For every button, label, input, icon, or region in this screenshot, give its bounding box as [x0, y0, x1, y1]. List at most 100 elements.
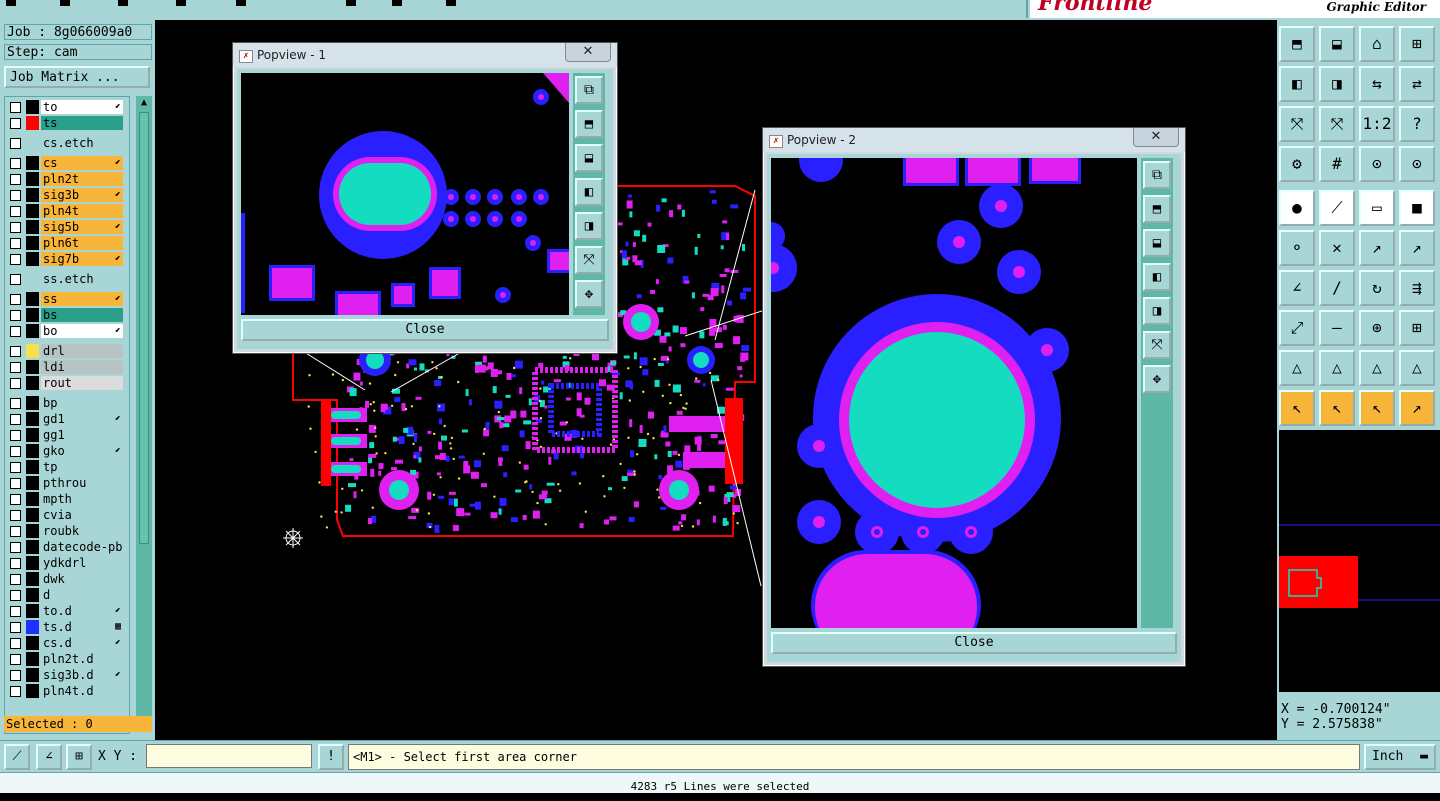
- zoom-fit-icon[interactable]: ⧉: [1143, 161, 1171, 189]
- tool-button-icon[interactable]: ⊞: [1399, 26, 1435, 62]
- layer-row[interactable]: ts.d ▦: [5, 619, 129, 635]
- popview-1-viewport[interactable]: [241, 73, 569, 315]
- tool-button-icon[interactable]: ✕: [1319, 230, 1355, 266]
- layer-checkbox[interactable]: [10, 254, 21, 265]
- tool-button-icon[interactable]: /: [1319, 270, 1355, 306]
- zoom-in-icon[interactable]: ✥: [1143, 365, 1171, 393]
- layer-checkbox[interactable]: [10, 274, 21, 285]
- tool-button-icon[interactable]: #: [1319, 146, 1355, 182]
- layer-name[interactable]: datecode-pbc: [41, 540, 123, 554]
- layer-name[interactable]: pln4t.d: [41, 684, 123, 698]
- layer-name[interactable]: bs: [41, 308, 123, 322]
- popview-2-close-x-button[interactable]: ✕: [1133, 128, 1179, 147]
- layer-checkbox[interactable]: [10, 670, 21, 681]
- menu-item-marker[interactable]: [236, 0, 246, 6]
- layer-name[interactable]: rout: [41, 376, 123, 390]
- layer-row[interactable]: gd1 ⬋: [5, 411, 129, 427]
- layer-checkbox[interactable]: [10, 310, 21, 321]
- layer-row[interactable]: tp: [5, 459, 129, 475]
- layer-checkbox[interactable]: [10, 398, 21, 409]
- layer-row[interactable]: rout: [5, 375, 129, 391]
- measure-icon[interactable]: ∠: [36, 744, 62, 770]
- layer-color-swatch[interactable]: [26, 652, 39, 666]
- layer-name[interactable]: gko ⬋: [41, 444, 123, 458]
- layer-name[interactable]: ldi: [41, 360, 123, 374]
- tool-button-icon[interactable]: ↗: [1399, 390, 1435, 426]
- tool-button-icon[interactable]: ⬒: [1279, 26, 1315, 62]
- layer-name[interactable]: cs.etch: [41, 136, 123, 150]
- layer-checkbox[interactable]: [10, 238, 21, 249]
- layer-row[interactable]: sig3b.d ⬋: [5, 667, 129, 683]
- layer-name[interactable]: pln6t: [41, 236, 123, 250]
- layer-color-swatch[interactable]: [26, 396, 39, 410]
- zoom-out-icon[interactable]: ⤧: [1143, 331, 1171, 359]
- layer-color-swatch[interactable]: [26, 172, 39, 186]
- tool-button-icon[interactable]: ⚙: [1279, 146, 1315, 182]
- pan-down-icon[interactable]: ⬓: [1143, 229, 1171, 257]
- tool-button-icon[interactable]: ⇶: [1399, 270, 1435, 306]
- layer-name[interactable]: gd1 ⬋: [41, 412, 123, 426]
- tool-button-icon[interactable]: ↖: [1359, 390, 1395, 426]
- layer-checkbox[interactable]: [10, 190, 21, 201]
- layer-row[interactable]: sig7b ⬋: [5, 251, 129, 267]
- layer-color-swatch[interactable]: [26, 476, 39, 490]
- layer-name[interactable]: tp: [41, 460, 123, 474]
- layer-color-swatch[interactable]: [26, 344, 39, 358]
- layer-color-swatch[interactable]: [26, 524, 39, 538]
- menu-item-marker[interactable]: [176, 0, 186, 6]
- layer-checkbox[interactable]: [10, 590, 21, 601]
- layer-name[interactable]: pthrou: [41, 476, 123, 490]
- layer-row[interactable]: ss.etch: [5, 271, 129, 287]
- layer-name[interactable]: sig3b ⬋: [41, 188, 123, 202]
- layer-checkbox[interactable]: [10, 478, 21, 489]
- layer-checkbox[interactable]: [10, 654, 21, 665]
- popview-2-close-button[interactable]: Close: [771, 632, 1177, 654]
- layer-color-swatch[interactable]: [26, 204, 39, 218]
- unit-selector[interactable]: Inch ▬: [1364, 744, 1436, 770]
- layer-checkbox[interactable]: [10, 138, 21, 149]
- tool-button-icon[interactable]: △: [1279, 350, 1315, 386]
- menu-item-marker[interactable]: [392, 0, 402, 6]
- layer-color-swatch[interactable]: [26, 572, 39, 586]
- layer-name[interactable]: pln2t: [41, 172, 123, 186]
- layer-checkbox[interactable]: [10, 362, 21, 373]
- pan-right-icon[interactable]: ◨: [1143, 297, 1171, 325]
- tool-button-icon[interactable]: ⤧: [1319, 106, 1355, 142]
- layer-row[interactable]: dwk: [5, 571, 129, 587]
- layer-row[interactable]: cs ⬋: [5, 155, 129, 171]
- layer-checkbox[interactable]: [10, 558, 21, 569]
- layer-color-swatch[interactable]: [26, 100, 39, 114]
- xy-input[interactable]: [146, 744, 312, 768]
- layer-row[interactable]: ts: [5, 115, 129, 131]
- layer-name[interactable]: cvia: [41, 508, 123, 522]
- layer-name[interactable]: pln4t: [41, 204, 123, 218]
- pan-left-icon[interactable]: ◧: [1143, 263, 1171, 291]
- layer-row[interactable]: to ⬋: [5, 99, 129, 115]
- layer-color-swatch[interactable]: [26, 556, 39, 570]
- layer-row[interactable]: to.d ⬋: [5, 603, 129, 619]
- layer-checkbox[interactable]: [10, 294, 21, 305]
- layer-checkbox[interactable]: [10, 494, 21, 505]
- job-matrix-button[interactable]: Job Matrix ...: [4, 66, 150, 88]
- layer-row[interactable]: sig5b ⬋: [5, 219, 129, 235]
- scroll-up-arrow-icon[interactable]: ▲: [136, 96, 152, 110]
- scrollbar-thumb[interactable]: [139, 112, 149, 544]
- tool-button-icon[interactable]: ⤧: [1279, 106, 1315, 142]
- layer-color-swatch[interactable]: [26, 220, 39, 234]
- layer-row[interactable]: bo ⬋: [5, 323, 129, 339]
- zoom-fit-icon[interactable]: ⧉: [575, 76, 603, 104]
- layer-name[interactable]: cs ⬋: [41, 156, 123, 170]
- layer-checkbox[interactable]: [10, 102, 21, 113]
- layer-color-swatch[interactable]: [26, 428, 39, 442]
- layer-color-swatch[interactable]: [26, 540, 39, 554]
- layer-row[interactable]: mpth: [5, 491, 129, 507]
- tool-button-icon[interactable]: ↖: [1279, 390, 1315, 426]
- tool-button-icon[interactable]: ∠: [1279, 270, 1315, 306]
- tool-button-icon[interactable]: ↻: [1359, 270, 1395, 306]
- layer-checkbox[interactable]: [10, 542, 21, 553]
- layer-name[interactable]: sig7b ⬋: [41, 252, 123, 266]
- layer-checkbox[interactable]: [10, 414, 21, 425]
- layer-row[interactable]: roubk: [5, 523, 129, 539]
- layer-checkbox[interactable]: [10, 606, 21, 617]
- layer-name[interactable]: bp: [41, 396, 123, 410]
